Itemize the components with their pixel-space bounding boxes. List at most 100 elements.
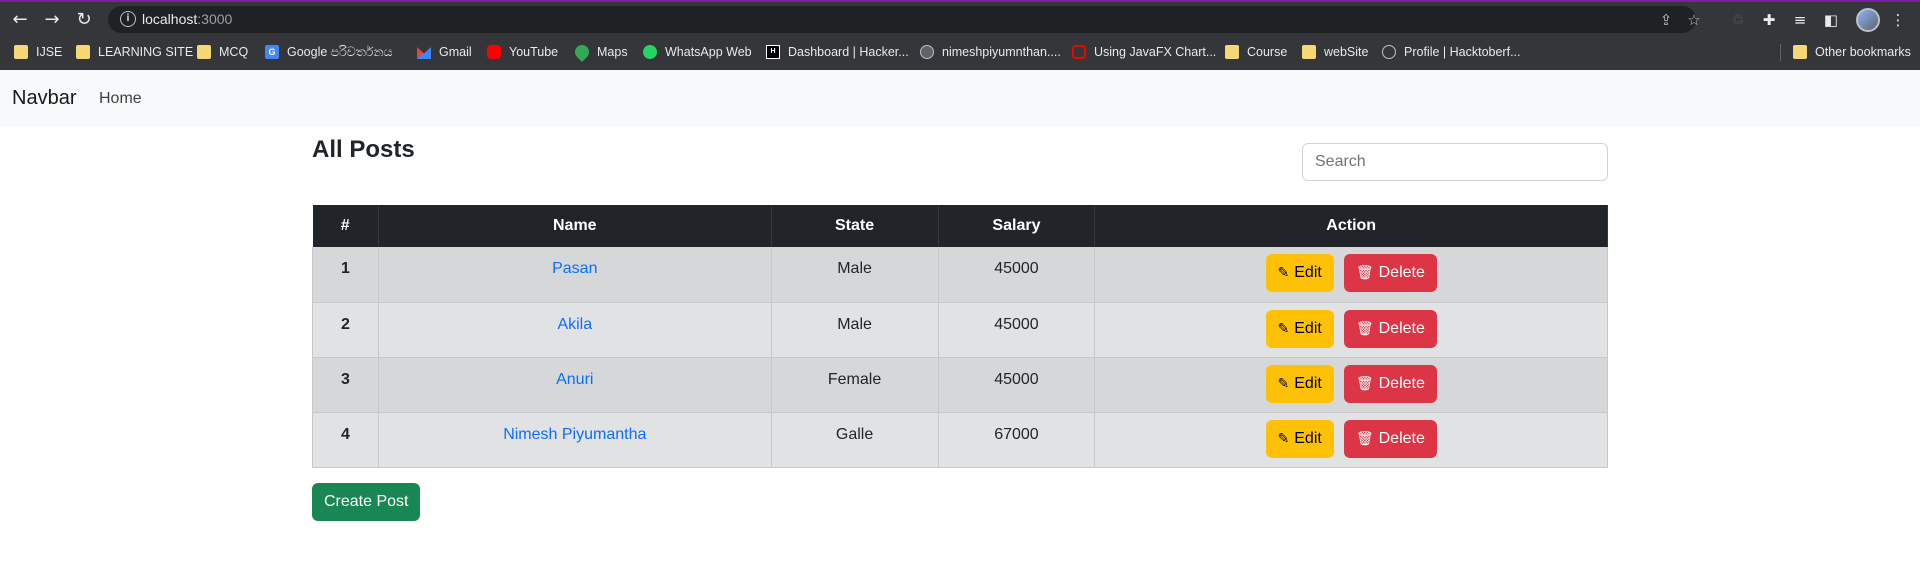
hacktoberfest-icon	[1382, 45, 1396, 59]
bookmark-item[interactable]: H Dashboard | Hacker...	[766, 43, 909, 61]
trash-icon: 🗑	[1355, 320, 1374, 337]
share-icon[interactable]: ⇪	[1656, 10, 1676, 30]
row-name-cell: Akila	[377, 302, 772, 358]
table-row: 3 Anuri Female 45000 ✎ Edit 🗑 Delete	[312, 357, 1608, 413]
row-salary: 45000	[937, 302, 1096, 358]
row-actions: ✎ Edit 🗑 Delete	[1094, 247, 1608, 303]
browser-toolbar: ← → ↻ i localhost:3000 ⇪ ☆ ♲ ✚ ≡ ◧ ⋮	[0, 0, 1920, 35]
edit-icon: ✎	[1277, 265, 1290, 281]
delete-button[interactable]: 🗑 Delete	[1343, 309, 1437, 348]
create-post-button[interactable]: Create Post	[312, 483, 421, 521]
media-queue-icon[interactable]: ≡	[1789, 9, 1811, 31]
post-name-link[interactable]: Pasan	[552, 260, 597, 277]
delete-button[interactable]: 🗑 Delete	[1343, 254, 1437, 292]
bookmark-item[interactable]: MCQ	[197, 43, 248, 61]
row-actions: ✎ Edit 🗑 Delete	[1094, 357, 1608, 413]
bookmark-item[interactable]: YouTube	[487, 43, 558, 61]
row-index: 1	[312, 247, 379, 303]
folder-icon	[1793, 45, 1807, 59]
edit-icon: ✎	[1277, 375, 1290, 392]
bookmarks-divider	[1780, 44, 1781, 61]
table-row: 2 Akila Male 45000 ✎ Edit 🗑 Delete	[312, 302, 1608, 358]
row-index: 2	[312, 302, 379, 358]
delete-button[interactable]: 🗑 Delete	[1343, 364, 1437, 403]
post-name-link[interactable]: Akila	[557, 316, 592, 333]
folder-icon	[14, 45, 28, 59]
folder-icon	[76, 45, 90, 59]
row-salary: 45000	[937, 247, 1096, 303]
delete-button[interactable]: 🗑 Delete	[1343, 419, 1437, 458]
reload-icon[interactable]: ↻	[72, 8, 96, 32]
oracle-icon	[1072, 45, 1086, 59]
app-navbar: Navbar Home	[0, 70, 1920, 127]
edit-button[interactable]: ✎ Edit	[1265, 254, 1334, 292]
table-header-row: # Name State Salary Action	[312, 205, 1608, 247]
navbar-brand[interactable]: Navbar	[12, 87, 76, 110]
search-input[interactable]	[1302, 143, 1608, 181]
row-name-cell: Pasan	[377, 247, 772, 303]
back-arrow-icon[interactable]: ←	[8, 8, 32, 32]
row-name-cell: Nimesh Piyumantha	[377, 412, 772, 468]
bookmark-item[interactable]: nimeshpiyumnthan....	[920, 43, 1061, 61]
recycle-extension-icon[interactable]: ♲	[1727, 9, 1749, 31]
folder-icon	[197, 45, 211, 59]
bookmark-item[interactable]: webSite	[1302, 43, 1368, 61]
maps-icon	[572, 42, 592, 62]
edit-button[interactable]: ✎ Edit	[1265, 364, 1334, 403]
row-state: Male	[770, 302, 939, 358]
edit-button[interactable]: ✎ Edit	[1265, 309, 1334, 348]
page-title: All Posts	[312, 136, 415, 163]
profile-avatar[interactable]	[1856, 8, 1880, 32]
folder-icon	[1302, 45, 1316, 59]
row-salary: 45000	[937, 357, 1096, 413]
row-state: Female	[770, 357, 939, 413]
row-state: Male	[770, 247, 939, 303]
column-header-name: Name	[378, 205, 772, 247]
edit-icon: ✎	[1277, 430, 1290, 447]
more-menu-icon[interactable]: ⋮	[1887, 9, 1909, 31]
bookmark-item[interactable]: Using JavaFX Chart...	[1072, 43, 1216, 61]
row-index: 4	[312, 412, 379, 468]
bookmark-item[interactable]: WhatsApp Web	[643, 43, 752, 61]
side-panel-icon[interactable]: ◧	[1820, 9, 1842, 31]
bookmark-item[interactable]: LEARNING SITE	[76, 43, 193, 61]
column-header-action: Action	[1094, 205, 1608, 247]
trash-icon: 🗑	[1355, 375, 1374, 392]
bookmark-star-icon[interactable]: ☆	[1684, 10, 1704, 30]
edit-icon: ✎	[1277, 320, 1290, 337]
url-text[interactable]: localhost:3000	[142, 11, 232, 27]
bookmark-item[interactable]: G Google පරිවර්තනය	[265, 43, 393, 61]
post-name-link[interactable]: Anuri	[556, 371, 593, 388]
row-name-cell: Anuri	[377, 357, 772, 413]
bookmark-item[interactable]: Gmail	[417, 43, 472, 61]
row-state: Galle	[770, 412, 939, 468]
table-row: 1 Pasan Male 45000 ✎ Edit 🗑 Delete	[312, 247, 1608, 303]
column-header-state: State	[771, 205, 939, 247]
bookmarks-bar: IJSE LEARNING SITE MCQ G Google පරිවර්තනය…	[0, 35, 1920, 70]
globe-icon	[920, 45, 934, 59]
bookmark-item[interactable]: Profile | Hacktoberf...	[1382, 43, 1521, 61]
bookmark-item[interactable]: IJSE	[14, 43, 62, 61]
column-header-salary: Salary	[938, 205, 1096, 247]
address-bar[interactable]: i localhost:3000 ⇪ ☆	[108, 6, 1701, 33]
folder-icon	[1225, 45, 1239, 59]
nav-link-home[interactable]: Home	[99, 90, 142, 108]
site-info-icon[interactable]: i	[120, 11, 136, 27]
post-name-link[interactable]: Nimesh Piyumantha	[503, 426, 646, 443]
row-actions: ✎ Edit 🗑 Delete	[1094, 302, 1608, 358]
forward-arrow-icon[interactable]: →	[40, 8, 64, 32]
row-index: 3	[312, 357, 379, 413]
table-row: 4 Nimesh Piyumantha Galle 67000 ✎ Edit 🗑 De…	[312, 412, 1608, 468]
extensions-puzzle-icon[interactable]: ✚	[1758, 9, 1780, 31]
whatsapp-icon	[643, 45, 657, 59]
other-bookmarks[interactable]: Other bookmarks	[1793, 43, 1911, 61]
row-actions: ✎ Edit 🗑 Delete	[1094, 412, 1608, 468]
row-salary: 67000	[937, 412, 1096, 468]
bookmark-item[interactable]: Maps	[572, 42, 628, 62]
trash-icon: 🗑	[1355, 430, 1374, 447]
column-header-index: #	[312, 205, 379, 247]
bookmark-item[interactable]: Course	[1225, 43, 1287, 61]
gmail-icon	[417, 47, 431, 59]
google-translate-icon: G	[265, 45, 279, 59]
edit-button[interactable]: ✎ Edit	[1265, 419, 1334, 458]
